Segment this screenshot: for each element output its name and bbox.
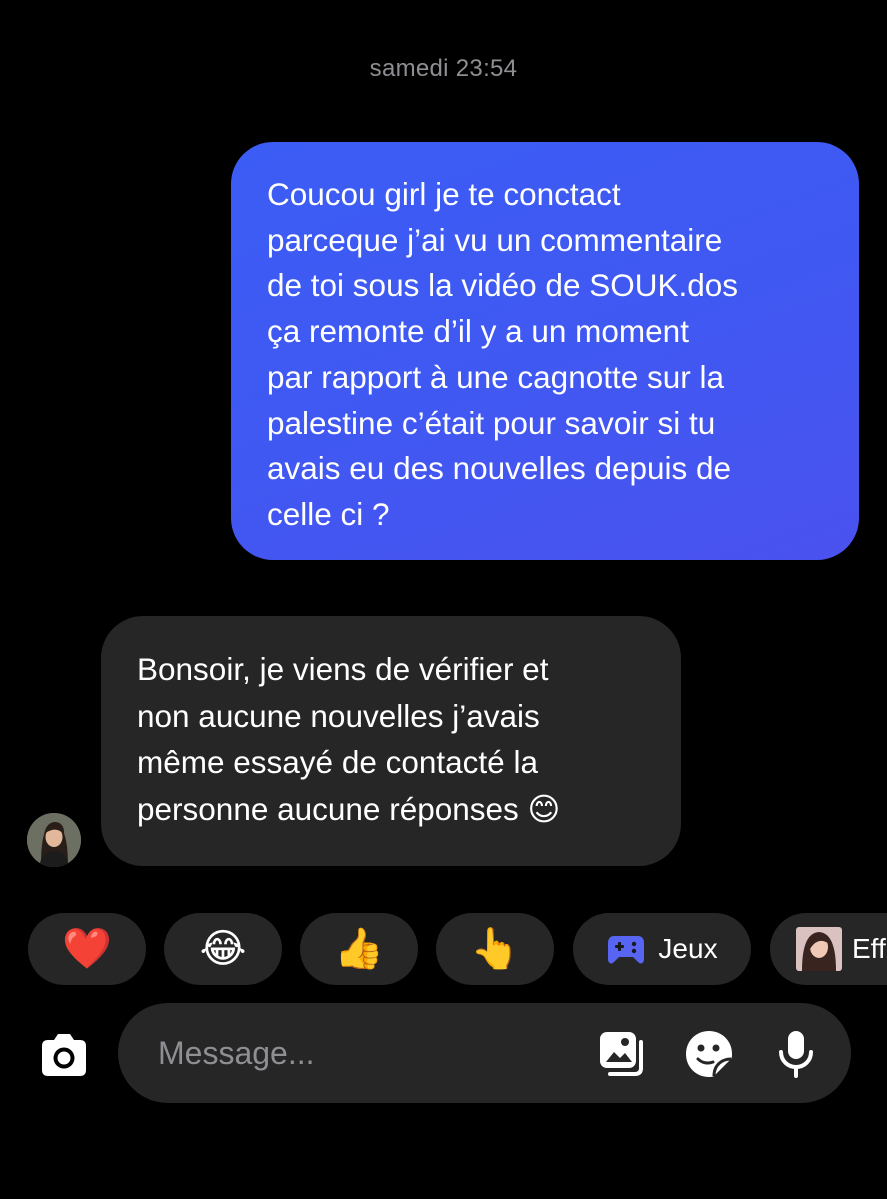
heart-reaction-button[interactable]: ❤️: [28, 913, 146, 985]
effects-thumbnail-icon: [796, 927, 842, 971]
sticker-icon: [686, 1031, 732, 1077]
tears-of-joy-reaction-button[interactable]: 😂: [164, 913, 282, 985]
message-input[interactable]: [158, 1003, 578, 1103]
voice-message-button[interactable]: [770, 1028, 822, 1080]
message-timestamp: samedi 23:54: [369, 55, 518, 82]
quick-reactions-bar: ❤️ 😂 👍 👆 Jeux Eff: [0, 913, 887, 985]
sender-avatar[interactable]: [27, 813, 81, 867]
pointing-reaction-button[interactable]: 👆: [436, 913, 554, 985]
thumbs-up-emoji-icon: 👍: [334, 926, 384, 972]
microphone-icon: [779, 1031, 813, 1078]
pointing-finger-emoji-icon: 👆: [470, 926, 520, 972]
heart-emoji-icon: ❤️: [62, 926, 112, 972]
avatar-image: [27, 813, 81, 867]
gallery-button[interactable]: [596, 1028, 648, 1080]
camera-button[interactable]: [36, 1028, 92, 1084]
effects-label: Eff: [852, 933, 886, 964]
gamepad-icon: [608, 936, 645, 964]
games-label: Jeux: [658, 933, 718, 964]
camera-icon: [42, 1034, 86, 1076]
outgoing-message-bubble[interactable]: Coucou girl je te conctact parceque j’ai…: [231, 142, 859, 560]
gallery-icon: [600, 1032, 643, 1076]
effects-button[interactable]: Eff: [770, 913, 887, 985]
sticker-button[interactable]: [683, 1028, 735, 1080]
games-button[interactable]: Jeux: [573, 913, 751, 985]
incoming-message-bubble[interactable]: Bonsoir, je viens de vérifier et non auc…: [101, 616, 681, 866]
thumbs-up-reaction-button[interactable]: 👍: [300, 913, 418, 985]
message-composer[interactable]: [118, 1003, 851, 1103]
tears-of-joy-emoji-icon: 😂: [199, 926, 247, 972]
